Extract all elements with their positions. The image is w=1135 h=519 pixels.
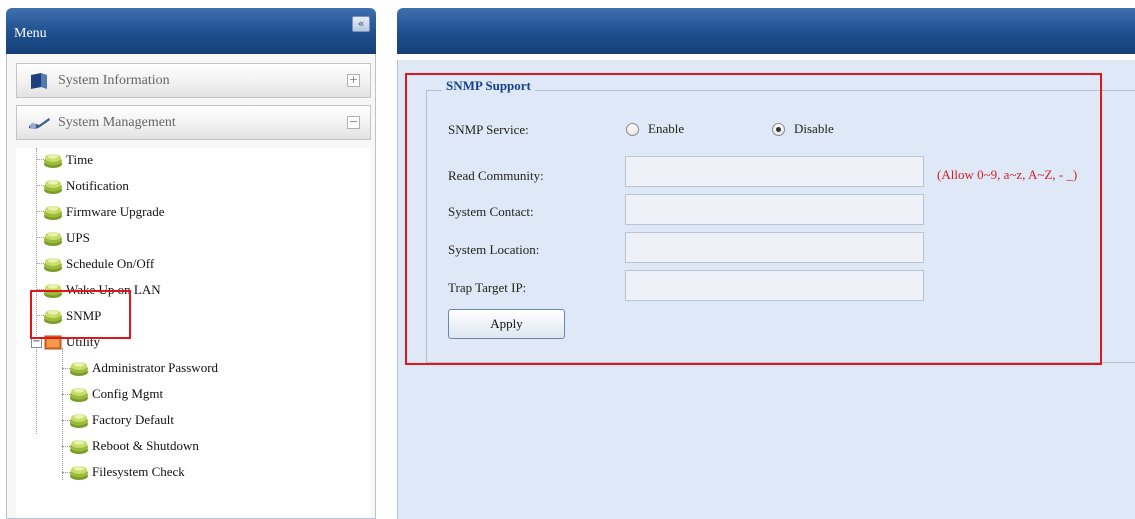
- system-management-tree: Time Notification Firmware Upgrade UPS S…: [16, 148, 371, 518]
- leaf-icon: [42, 307, 64, 325]
- snmp-service-label: SNMP Service:: [448, 122, 529, 137]
- tree-item-label: Factory Default: [92, 412, 174, 427]
- enable-radio[interactable]: [626, 123, 639, 136]
- tree-item-snmp[interactable]: SNMP: [42, 304, 101, 328]
- book-icon: [31, 73, 47, 89]
- tree-item-label: Firmware Upgrade: [66, 204, 165, 219]
- system-contact-input[interactable]: [625, 194, 924, 225]
- system-location-label: System Location:: [448, 242, 540, 257]
- tree-item-time[interactable]: Time: [42, 148, 93, 172]
- folder-icon: [44, 335, 62, 350]
- system-location-input[interactable]: [625, 232, 924, 263]
- tree-item-filesystem-check[interactable]: Filesystem Check: [68, 460, 185, 484]
- tree-item-label: Reboot & Shutdown: [92, 438, 199, 453]
- tree-item-schedule[interactable]: Schedule On/Off: [42, 252, 154, 276]
- snmp-legend: SNMP Support: [442, 78, 535, 94]
- read-community-label: Read Community:: [448, 168, 544, 183]
- leaf-icon: [68, 385, 90, 403]
- leaf-icon: [68, 411, 90, 429]
- leaf-icon: [42, 203, 64, 221]
- tree-item-label: Filesystem Check: [92, 464, 185, 479]
- tree-item-label: Wake Up on LAN: [66, 282, 161, 297]
- leaf-icon: [68, 437, 90, 455]
- section-label: System Information: [58, 73, 170, 88]
- collapse-icon[interactable]: −: [347, 116, 360, 129]
- leaf-icon: [42, 177, 64, 195]
- section-system-management[interactable]: System Management −: [16, 105, 371, 140]
- leaf-icon: [42, 151, 64, 169]
- tree-item-admin-password[interactable]: Administrator Password: [68, 356, 218, 380]
- leaf-icon: [68, 359, 90, 377]
- menu-panel: Menu « System Information + System Manag…: [6, 8, 376, 519]
- trap-target-label: Trap Target IP:: [448, 280, 527, 295]
- content-header: [397, 8, 1135, 54]
- tree-item-firmware-upgrade[interactable]: Firmware Upgrade: [42, 200, 165, 224]
- tree-item-label: SNMP: [66, 308, 102, 323]
- read-community-hint: (Allow 0~9, a~z, A~Z, - _): [937, 167, 1078, 182]
- tree-folder-utility[interactable]: − Utility: [31, 330, 100, 354]
- content-body: SNMP Support SNMP Service: Enable Disabl…: [397, 60, 1135, 519]
- tree-item-label: Administrator Password: [92, 360, 219, 375]
- system-contact-label: System Contact:: [448, 204, 534, 219]
- content-panel: SNMP Support SNMP Service: Enable Disabl…: [397, 8, 1135, 519]
- leaf-icon: [42, 255, 64, 273]
- tree-item-notification[interactable]: Notification: [42, 174, 129, 198]
- enable-label[interactable]: Enable: [648, 121, 684, 137]
- disable-radio[interactable]: [772, 123, 785, 136]
- read-community-input[interactable]: [625, 156, 924, 187]
- tree-item-reboot-shutdown[interactable]: Reboot & Shutdown: [68, 434, 199, 458]
- tree-item-label: Utility: [66, 334, 100, 349]
- menu-header: Menu «: [6, 8, 376, 54]
- tree-item-label: UPS: [66, 230, 90, 245]
- tree-item-label: Time: [66, 152, 93, 167]
- tree-item-label: Config Mgmt: [92, 386, 164, 401]
- apply-button[interactable]: Apply: [448, 309, 565, 339]
- section-label: System Management: [58, 115, 176, 130]
- collapse-icon[interactable]: −: [31, 336, 42, 348]
- tree-item-wake-on-lan[interactable]: Wake Up on LAN: [42, 278, 161, 302]
- trap-target-input[interactable]: [625, 270, 924, 301]
- wrench-icon: [29, 118, 50, 129]
- menu-title: Menu: [14, 26, 47, 41]
- leaf-icon: [42, 229, 64, 247]
- collapse-menu-button[interactable]: «: [352, 16, 370, 32]
- tree-item-ups[interactable]: UPS: [42, 226, 90, 250]
- expand-icon[interactable]: +: [347, 74, 360, 87]
- tree-item-label: Notification: [66, 178, 129, 193]
- section-system-information[interactable]: System Information +: [16, 63, 371, 98]
- disable-label[interactable]: Disable: [794, 121, 834, 137]
- tree-item-factory-default[interactable]: Factory Default: [68, 408, 174, 432]
- menu-body: System Information + System Management −: [6, 54, 376, 519]
- tree-item-config-mgmt[interactable]: Config Mgmt: [68, 382, 163, 406]
- leaf-icon: [68, 463, 90, 481]
- tree-item-label: Schedule On/Off: [66, 256, 155, 271]
- leaf-icon: [42, 281, 64, 299]
